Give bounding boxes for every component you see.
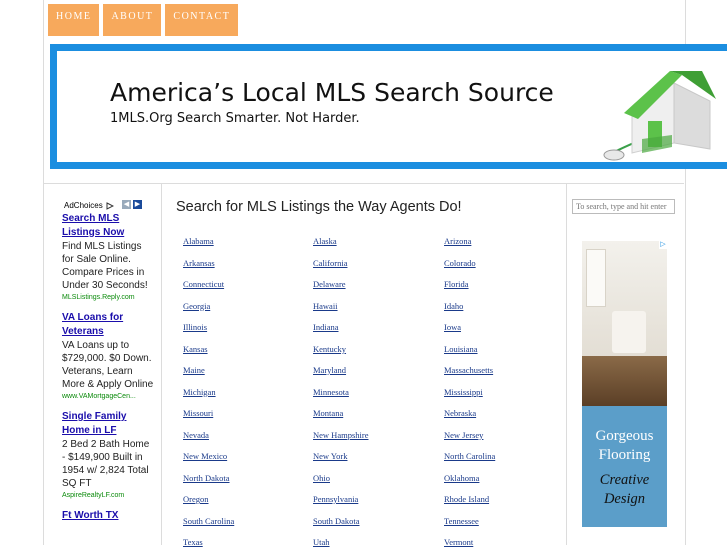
state-link[interactable]: Mississippi [444, 387, 483, 397]
state-link[interactable]: Louisiana [444, 344, 478, 354]
ad-url[interactable]: MLSListings.Reply.com [62, 292, 154, 303]
state-link[interactable]: Nebraska [444, 408, 476, 418]
banner-title: America’s Local MLS Search Source [110, 78, 554, 107]
state-link[interactable]: Oklahoma [444, 473, 479, 483]
state-link[interactable]: South Carolina [183, 516, 234, 526]
state-link[interactable]: Connecticut [183, 279, 224, 289]
state-link[interactable]: North Dakota [183, 473, 230, 483]
ad-url[interactable]: AspireRealtyLF.com [62, 490, 154, 501]
ad-item: VA Loans for Veterans VA Loans up to $72… [62, 311, 154, 402]
state-link[interactable]: South Dakota [313, 516, 360, 526]
state-link[interactable]: Arizona [444, 236, 471, 246]
ad-nav-arrows: ◀ ▶ [122, 200, 142, 209]
state-link[interactable]: New Mexico [183, 451, 227, 461]
nav-contact[interactable]: CONTACT [165, 4, 239, 36]
ad-title-link[interactable]: Ft Worth TX [62, 509, 154, 523]
banner-inner: America’s Local MLS Search Source 1MLS.O… [57, 51, 727, 162]
state-link[interactable]: New Hampshire [313, 430, 368, 440]
ad-title-link[interactable]: Search MLS Listings Now [62, 212, 154, 239]
state-link[interactable]: Alaska [313, 236, 337, 246]
ad-title-link[interactable]: Single Family Home in LF [62, 410, 154, 437]
ad-next-arrow-icon[interactable]: ▶ [133, 200, 142, 209]
ad-title-link[interactable]: VA Loans for Veterans [62, 311, 154, 338]
ad-item: Search MLS Listings Now Find MLS Listing… [62, 212, 154, 303]
page-title: Search for MLS Listings the Way Agents D… [176, 199, 462, 215]
state-link[interactable]: North Carolina [444, 451, 495, 461]
state-link[interactable]: Arkansas [183, 258, 215, 268]
state-link[interactable]: Pennsylvania [313, 494, 358, 504]
state-link[interactable]: Maine [183, 365, 205, 375]
state-link[interactable]: Alabama [183, 236, 214, 246]
top-nav: HOME ABOUT CONTACT [48, 4, 239, 36]
flooring-ad-banner[interactable]: ▷ Gorgeous Flooring Creative Design [582, 241, 667, 527]
nav-home[interactable]: HOME [48, 4, 100, 36]
state-link[interactable]: Missouri [183, 408, 213, 418]
ad-chair-shape [612, 311, 646, 353]
ad-url[interactable]: www.VAMortgageCen... [62, 391, 154, 402]
search-input[interactable] [572, 199, 675, 214]
banner-subtitle: 1MLS.Org Search Smarter. Not Harder. [110, 111, 360, 126]
state-link[interactable]: Kentucky [313, 344, 346, 354]
state-link[interactable]: Georgia [183, 301, 210, 311]
ad-list: Search MLS Listings Now Find MLS Listing… [62, 212, 154, 531]
state-link[interactable]: Nevada [183, 430, 209, 440]
house-mouse-logo-icon [603, 71, 716, 161]
state-link[interactable]: Ohio [313, 473, 330, 483]
state-link[interactable]: Montana [313, 408, 343, 418]
state-link[interactable]: Oregon [183, 494, 209, 504]
ad-prev-arrow-icon[interactable]: ◀ [122, 200, 131, 209]
ad-body: 2 Bed 2 Bath Home - $149,900 Built in 19… [62, 439, 150, 489]
ad-floor-shape [582, 356, 667, 406]
state-link[interactable]: Rhode Island [444, 494, 489, 504]
nav-about[interactable]: ABOUT [103, 4, 162, 36]
state-link[interactable]: California [313, 258, 347, 268]
state-link[interactable]: Iowa [444, 322, 461, 332]
state-link[interactable]: Tennessee [444, 516, 479, 526]
header-banner[interactable]: America’s Local MLS Search Source 1MLS.O… [50, 44, 727, 169]
state-link[interactable]: Hawaii [313, 301, 338, 311]
state-link[interactable]: Texas [183, 537, 203, 547]
state-link[interactable]: Michigan [183, 387, 216, 397]
ad-body: Find MLS Listings for Sale Online. Compa… [62, 241, 148, 291]
state-link[interactable]: Florida [444, 279, 469, 289]
state-link[interactable]: Vermont [444, 537, 473, 547]
adchoices-text: AdChoices [64, 201, 103, 210]
state-link[interactable]: Minnesota [313, 387, 349, 397]
adchoices-label[interactable]: AdChoices [64, 201, 114, 210]
state-link[interactable]: Maryland [313, 365, 346, 375]
ad-body: VA Loans up to $729,000. $0 Down. Vetera… [62, 340, 154, 390]
ad-info-icon[interactable]: ▷ [659, 241, 667, 249]
state-link[interactable]: Delaware [313, 279, 346, 289]
state-link[interactable]: Kansas [183, 344, 208, 354]
ad-tagline: Creative Design [599, 472, 650, 507]
state-link[interactable]: Illinois [183, 322, 207, 332]
state-link[interactable]: New York [313, 451, 347, 461]
ad-item: Ft Worth TX [62, 509, 154, 523]
ad-headline: Gorgeous Flooring [595, 428, 654, 463]
left-ad-column: AdChoices ◀ ▶ Search MLS Listings Now Fi… [44, 184, 162, 545]
state-link[interactable]: Massachusetts [444, 365, 493, 375]
state-link[interactable]: Idaho [444, 301, 463, 311]
state-link[interactable]: New Jersey [444, 430, 483, 440]
state-link[interactable]: Colorado [444, 258, 476, 268]
ad-window-shape [586, 249, 606, 307]
adchoices-icon [106, 201, 114, 210]
state-link[interactable]: Utah [313, 537, 330, 547]
ad-item: Single Family Home in LF 2 Bed 2 Bath Ho… [62, 410, 154, 501]
state-link[interactable]: Indiana [313, 322, 339, 332]
